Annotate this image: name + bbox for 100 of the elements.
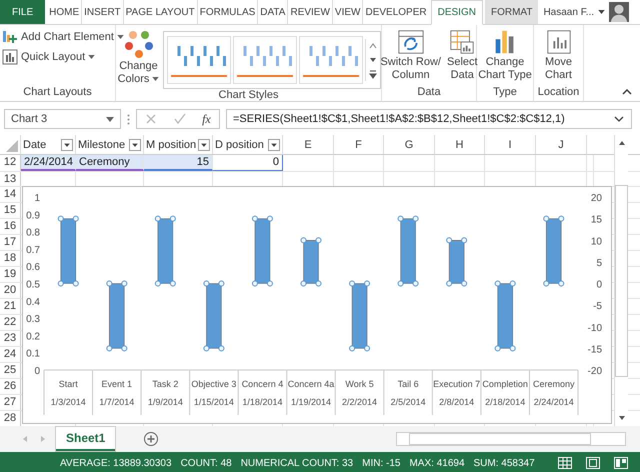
axis-tick-label: 0.1 [26, 348, 40, 360]
formula-field[interactable]: =SERIES(Sheet1!$C$1,Sheet1!$A$2:$B$12,Sheet1!$C$2:$C$12,1) [226, 109, 632, 129]
insert-function-button[interactable]: fx [202, 112, 211, 126]
table-cell: Ceremony [76, 155, 144, 171]
category-label: 1/15/2014 [194, 397, 234, 407]
column-header: J [558, 138, 564, 150]
status-text: COUNT: 48 [180, 458, 232, 468]
table-cell: 2/24/2014 [21, 155, 76, 171]
axis-tick-label: 5 [596, 258, 602, 269]
axis-tick-label: 0.3 [26, 314, 40, 326]
column-header: Date [23, 138, 46, 150]
row-number: 16 [0, 219, 21, 234]
ribbon-tab[interactable]: DATA [257, 0, 288, 24]
column-header: Milestone [78, 138, 126, 150]
category-label: Concern 4a [288, 379, 334, 389]
axis-tick-label: 0 [596, 280, 602, 290]
axis-tick-label: -15 [588, 344, 602, 356]
axis-tick-label: 20 [590, 193, 602, 204]
category-label: Completion [482, 379, 528, 389]
group-label: Data [417, 86, 441, 100]
ribbon-tab[interactable]: DESIGN [430, 0, 483, 25]
row-number: 25 [0, 363, 21, 378]
category-label: Ceremony [532, 379, 574, 389]
category-label: Task 2 [152, 379, 178, 389]
category-label: 2/5/2014 [390, 397, 426, 407]
row-number: 27 [0, 395, 21, 410]
category-label: Event 1 [102, 379, 132, 389]
axis-tick-label: 0 [34, 366, 40, 377]
category-label: 2/2/2014 [342, 397, 378, 407]
category-label: 2/24/2014 [534, 397, 574, 407]
axis-tick-label: 0.6 [26, 262, 40, 274]
ribbon-button[interactable]: Switch Row/ Column [378, 25, 443, 82]
status-text: AVERAGE: 13889.30303 [60, 458, 172, 468]
row-number: 20 [0, 283, 21, 298]
category-label: 1/19/2014 [290, 397, 332, 407]
ribbon-tab[interactable]: FORMULAS [196, 0, 258, 24]
ribbon-tab[interactable]: REVIEW [287, 0, 332, 24]
category-label: 2/8/2014 [439, 397, 474, 407]
column-header: I [508, 138, 512, 150]
status-text: MAX: 41694 [409, 458, 465, 468]
sheet-tab[interactable]: Sheet1 [56, 427, 116, 451]
group-label: Chart Layouts [23, 86, 92, 100]
table-cell: 0 [213, 155, 283, 171]
ribbon-tab[interactable]: HOME [47, 0, 82, 24]
ribbon-tab[interactable]: PAGE LAYOUT [122, 0, 197, 24]
account-button[interactable]: Hasaan F... [543, 0, 594, 24]
table-cell: 15 [144, 155, 213, 171]
row-number: 14 [0, 187, 21, 202]
category-label: Start [58, 379, 78, 389]
column-header: G [404, 138, 414, 150]
axis-tick-label: 0.5 [26, 280, 40, 290]
category-label: 1/3/2014 [50, 397, 86, 407]
ribbon-tab[interactable]: DEVELOPER [362, 0, 429, 24]
ribbon-tab[interactable]: INSERT [81, 0, 123, 24]
category-label: Execution 7 [433, 379, 480, 389]
group-label: Chart Styles [218, 89, 278, 103]
row-number: 23 [0, 331, 21, 346]
row-number: 17 [0, 235, 21, 250]
axis-tick-label: 0.8 [26, 228, 40, 239]
row-number: 15 [0, 203, 21, 218]
column-header: E [304, 138, 312, 150]
category-label: 1/9/2014 [148, 397, 183, 407]
ribbon-button[interactable]: Move Chart [542, 25, 574, 82]
category-label: 2/18/2014 [485, 397, 526, 407]
status-text: SUM: 458347 [474, 458, 535, 468]
axis-tick-label: 0.7 [26, 244, 40, 256]
axis-tick-label: 0.4 [26, 296, 40, 308]
row-number: 24 [0, 347, 21, 362]
axis-tick-label: 0.9 [26, 210, 40, 222]
axis-tick-label: -5 [593, 301, 602, 312]
ribbon-button[interactable]: Add Chart Element [2, 29, 124, 45]
status-text: MIN: -15 [362, 458, 400, 468]
ribbon-tab[interactable]: FORMAT [484, 0, 538, 24]
column-header: D position [215, 138, 264, 150]
status-text: NUMERICAL COUNT: 33 [240, 458, 354, 468]
column-header: M position [146, 138, 196, 150]
row-number: 26 [0, 379, 21, 394]
row-number: 19 [0, 267, 21, 282]
column-header: F [355, 138, 362, 150]
ribbon-tab[interactable]: VIEW [332, 0, 362, 24]
row-number: 21 [0, 299, 21, 314]
category-label: Tail 6 [398, 379, 419, 389]
axis-tick-label: 15 [590, 214, 602, 226]
axis-tick-label: -20 [588, 366, 602, 377]
category-label: 1/7/2014 [99, 397, 134, 407]
category-label: Work 5 [345, 379, 374, 389]
group-label: Location [538, 86, 580, 100]
axis-tick-label: -10 [588, 322, 602, 334]
axis-tick-label: 10 [590, 236, 602, 248]
row-number: 18 [0, 251, 21, 266]
file-tab[interactable]: FILE [0, 0, 46, 24]
row-number: 13 [0, 172, 21, 186]
axis-tick-label: 1 [34, 193, 40, 204]
group-label: Type [493, 86, 517, 100]
category-label: Concern 4 [242, 379, 284, 389]
axis-tick-label: 0.2 [26, 331, 40, 342]
category-label: Objective 3 [191, 379, 236, 389]
category-label: 1/18/2014 [242, 397, 282, 407]
row-number: 22 [0, 315, 21, 330]
name-box[interactable]: Chart 3 [4, 109, 121, 129]
